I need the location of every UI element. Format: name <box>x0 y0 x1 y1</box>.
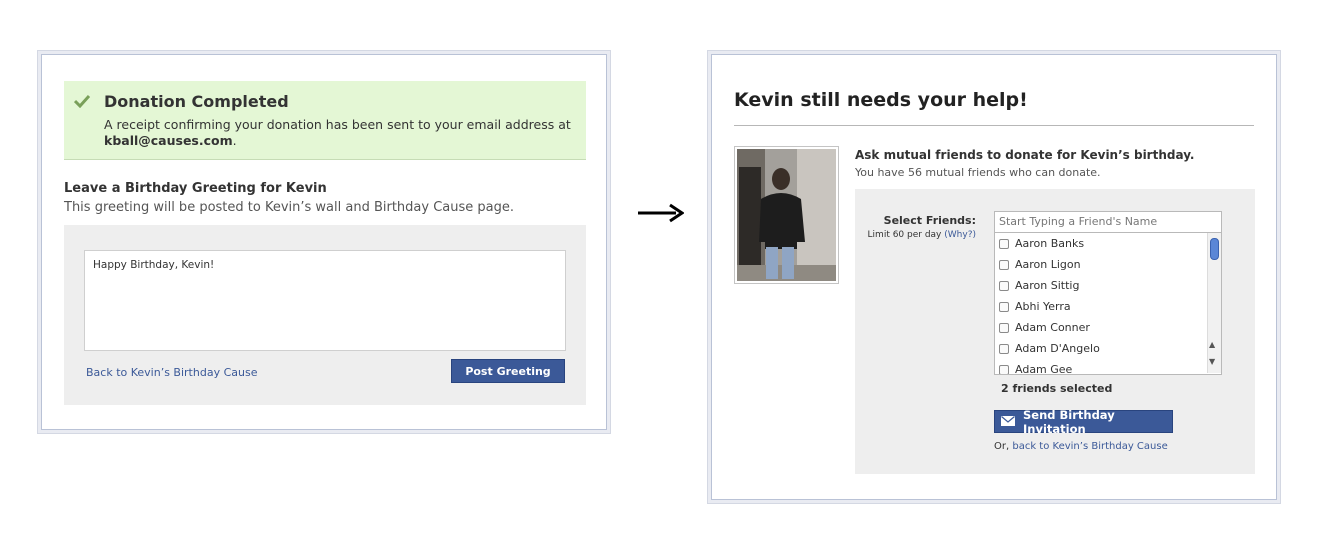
friend-selector-panel: Select Friends: Limit 60 per day (Why?) … <box>855 189 1255 474</box>
selected-count: 2 friends selected <box>1001 382 1113 395</box>
send-invitation-button[interactable]: Send Birthday Invitation <box>994 407 1173 436</box>
friend-checkbox[interactable] <box>999 343 1009 354</box>
success-text: A receipt confirming your donation has b… <box>104 117 574 149</box>
friend-item[interactable]: Adam Conner <box>995 317 1221 338</box>
greeting-panel: Happy Birthday, Kevin! Back to Kevin’s B… <box>64 225 586 405</box>
scroll-down-icon[interactable]: ▼ <box>1209 357 1215 366</box>
friend-name: Adam D'Angelo <box>1015 342 1100 355</box>
friend-name: Aaron Sittig <box>1015 279 1080 292</box>
friend-list-scrollbar[interactable]: ▲ ▼ <box>1207 233 1221 373</box>
greeting-subtitle: This greeting will be posted to Kevin’s … <box>64 200 515 215</box>
success-title: Donation Completed <box>104 92 289 111</box>
friend-name: Aaron Ligon <box>1015 258 1081 271</box>
friend-checkbox[interactable] <box>999 238 1009 249</box>
donation-complete-card-inner: Donation Completed A receipt confirming … <box>41 54 607 430</box>
friend-checkbox[interactable] <box>999 364 1009 374</box>
friend-list[interactable]: Aaron Banks Aaron Ligon Aaron Sittig Abh… <box>994 233 1222 375</box>
friend-item[interactable]: Adam Gee <box>995 359 1221 375</box>
friend-name: Abhi Yerra <box>1015 300 1071 313</box>
scroll-up-icon[interactable]: ▲ <box>1209 340 1215 349</box>
check-icon <box>73 93 91 112</box>
divider <box>734 125 1254 126</box>
friend-item[interactable]: Aaron Sittig <box>995 275 1221 296</box>
friend-search-input[interactable]: Start Typing a Friend's Name <box>994 211 1222 233</box>
ask-subtitle: You have 56 mutual friends who can donat… <box>855 166 1101 179</box>
friend-name: Adam Conner <box>1015 321 1090 334</box>
donation-complete-card: Donation Completed A receipt confirming … <box>37 50 611 434</box>
scroll-thumb[interactable] <box>1210 238 1219 260</box>
post-greeting-button[interactable]: Post Greeting <box>451 359 565 383</box>
invite-friends-card-inner: Kevin still needs your help! Ask mutual … <box>711 54 1277 500</box>
friend-item[interactable]: Abhi Yerra <box>995 296 1221 317</box>
back-to-cause-link-2[interactable]: back to Kevin’s Birthday Cause <box>1012 441 1167 452</box>
select-friends-label: Select Friends: <box>883 214 976 227</box>
friend-name: Adam Gee <box>1015 363 1073 375</box>
receipt-email: kball@causes.com <box>104 133 233 148</box>
why-link[interactable]: (Why?) <box>944 230 976 240</box>
back-to-cause-link[interactable]: Back to Kevin’s Birthday Cause <box>86 366 257 379</box>
limit-text: Limit 60 per day (Why?) <box>855 230 976 240</box>
invite-friends-card: Kevin still needs your help! Ask mutual … <box>707 50 1281 504</box>
friend-checkbox[interactable] <box>999 259 1009 270</box>
limit-label: Limit 60 per day <box>867 230 942 240</box>
greeting-textarea[interactable]: Happy Birthday, Kevin! <box>84 250 566 351</box>
friend-item[interactable]: Aaron Banks <box>995 233 1221 254</box>
greeting-title: Leave a Birthday Greeting for Kevin <box>64 181 327 196</box>
friend-checkbox[interactable] <box>999 280 1009 291</box>
send-invitation-label: Send Birthday Invitation <box>1023 407 1115 436</box>
profile-photo <box>734 146 839 284</box>
friend-item[interactable]: Adam D'Angelo <box>995 338 1221 359</box>
friend-name: Aaron Banks <box>1015 237 1085 250</box>
success-banner: Donation Completed A receipt confirming … <box>64 81 586 160</box>
or-line: Or, back to Kevin’s Birthday Cause <box>994 441 1168 452</box>
or-prefix: Or, <box>994 441 1010 452</box>
friend-checkbox[interactable] <box>999 322 1009 333</box>
ask-title: Ask mutual friends to donate for Kevin’s… <box>855 148 1195 162</box>
success-message: A receipt confirming your donation has b… <box>104 117 571 132</box>
success-message-end: . <box>232 133 237 148</box>
envelope-icon <box>1001 415 1015 429</box>
friend-item[interactable]: Aaron Ligon <box>995 254 1221 275</box>
help-title: Kevin still needs your help! <box>734 89 1028 111</box>
arrow-right-icon <box>636 201 685 229</box>
friend-checkbox[interactable] <box>999 301 1009 312</box>
